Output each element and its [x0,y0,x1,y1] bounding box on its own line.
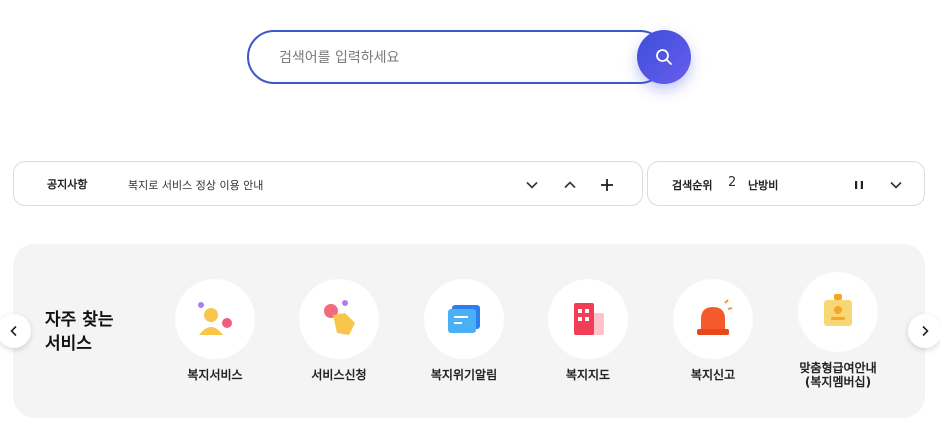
search-ranking-bar: 검색순위 2 난방비 [647,161,925,206]
building-map-icon [574,303,604,335]
membership-card-icon [824,294,852,326]
search-area [247,30,691,84]
search-box[interactable] [247,30,667,84]
service-welfare-service[interactable]: 복지서비스 [155,279,275,382]
service-icon-circle [299,279,379,359]
search-button[interactable] [637,30,691,84]
service-membership[interactable]: 맞춤형급여안내 (복지멤버십) [778,272,898,389]
service-label: 복지위기알림 [430,368,498,382]
ranking-number: 2 [728,175,737,190]
service-label: 복지신고 [690,368,736,382]
pause-icon [855,181,863,189]
chevron-left-icon [10,325,17,337]
person-icon [198,302,232,335]
siren-icon [697,299,733,335]
notice-more-button[interactable] [596,174,618,196]
ranking-expand-button[interactable] [885,174,907,196]
notice-text[interactable]: 복지로 서비스 정상 이용 안내 [128,177,263,193]
service-icon-circle [798,272,878,352]
ranking-keyword[interactable]: 난방비 [748,177,778,193]
service-icon-circle [673,279,753,359]
service-label: 맞춤형급여안내 (복지멤버십) [778,361,898,389]
service-label-line2: (복지멤버십) [804,375,872,389]
ranking-pause-button[interactable] [848,174,870,196]
service-label: 서비스신청 [311,368,367,382]
plus-icon [601,179,613,191]
services-heading-line2: 서비스 [45,334,92,354]
hand-tap-icon [324,300,355,335]
ranking-title: 검색순위 [672,179,713,192]
notice-bar: 공지사항 복지로 서비스 정상 이용 안내 [13,161,643,206]
service-crisis-alert[interactable]: 복지위기알림 [404,279,524,382]
search-input[interactable] [277,46,617,70]
service-label-line1: 맞춤형급여안내 [799,361,877,375]
notice-prev-button[interactable] [559,174,581,196]
service-label: 복지지도 [565,368,611,382]
message-icon [448,305,480,333]
service-label: 복지서비스 [187,368,243,382]
service-icon-circle [424,279,504,359]
services-heading-line1: 자주 찾는 [45,310,114,330]
service-icon-circle [548,279,628,359]
service-icon-circle [175,279,255,359]
notice-title: 공지사항 [47,178,88,191]
chevron-down-icon [890,181,902,189]
chevron-up-icon [564,181,576,189]
services-heading: 자주 찾는 서비스 [45,308,155,356]
chevron-right-icon [922,325,929,337]
notice-next-button[interactable] [521,174,543,196]
service-report[interactable]: 복지신고 [653,279,773,382]
carousel-next-button[interactable] [908,314,940,348]
search-icon [656,49,672,65]
chevron-down-icon [526,181,538,189]
frequent-services-panel: 자주 찾는 서비스 복지서비스 서비스신청 복지위기알림 복지지도 복지신고 맞… [13,244,925,418]
service-welfare-map[interactable]: 복지지도 [528,279,648,382]
service-apply[interactable]: 서비스신청 [279,279,399,382]
